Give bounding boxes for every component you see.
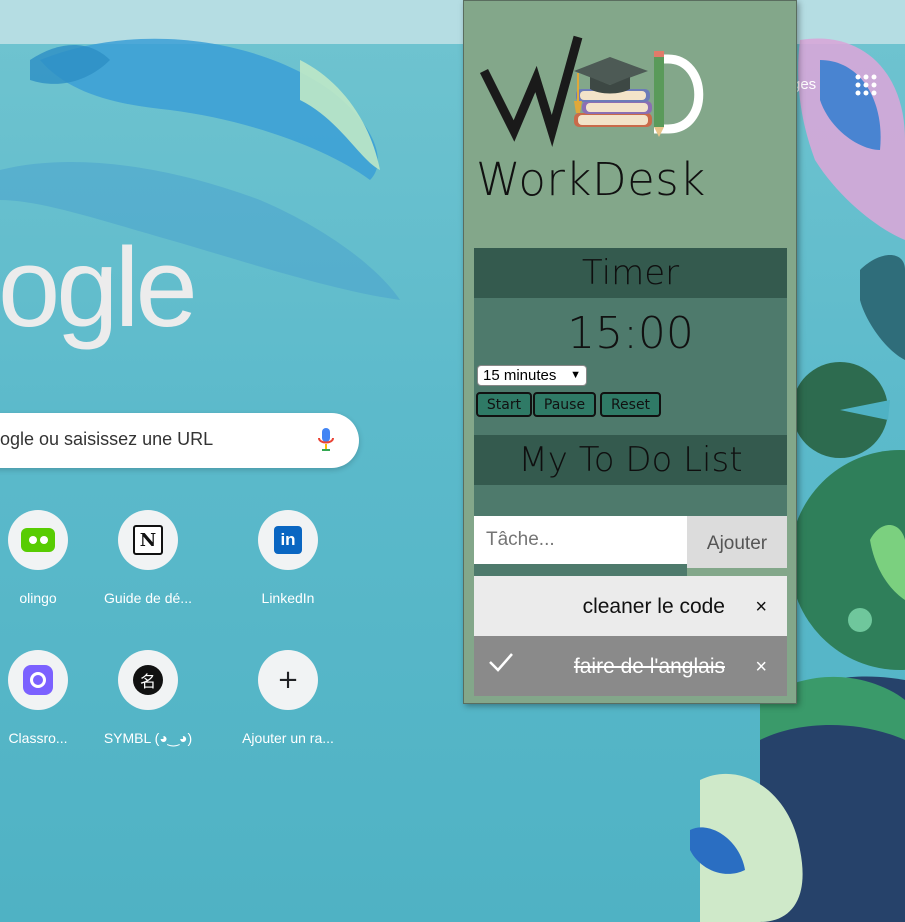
task-item[interactable]: cleaner le code × bbox=[474, 576, 787, 636]
todo-heading: My To Do List bbox=[474, 435, 787, 485]
duolingo-icon bbox=[8, 510, 68, 570]
shortcut-linkedin[interactable]: in LinkedIn bbox=[218, 510, 358, 610]
shortcut-label: Ajouter un ra... bbox=[242, 730, 334, 746]
task-text: faire de l'anglais bbox=[573, 655, 725, 678]
duration-select[interactable]: 15 minutes ▼ bbox=[477, 365, 587, 386]
input-underline bbox=[474, 564, 687, 576]
search-placeholder: ogle ou saisissez une URL bbox=[0, 429, 214, 449]
shortcut-label: SYMBL (◕‿◕) bbox=[103, 730, 193, 746]
shortcut-label: LinkedIn bbox=[261, 590, 315, 606]
reset-button[interactable]: Reset bbox=[600, 392, 661, 417]
shortcut-label: Guide de dé... bbox=[104, 590, 192, 606]
close-icon[interactable]: × bbox=[755, 656, 767, 679]
timer-panel: 15:00 15 minutes ▼ Start Pause Reset bbox=[474, 298, 787, 435]
task-item-done[interactable]: faire de l'anglais × bbox=[474, 636, 787, 696]
pause-button[interactable]: Pause bbox=[533, 392, 596, 417]
notion-icon: N bbox=[118, 510, 178, 570]
shortcut-symbl[interactable]: 名 SYMBL (◕‿◕) bbox=[78, 650, 218, 750]
google-logo: ogle bbox=[0, 225, 198, 350]
microphone-icon[interactable] bbox=[317, 427, 335, 453]
todo-spacer bbox=[474, 485, 787, 516]
classroom-icon bbox=[8, 650, 68, 710]
duration-select-value: 15 minutes bbox=[483, 367, 557, 384]
brand-title: WorkDesk bbox=[476, 153, 706, 206]
checkmark-icon bbox=[489, 653, 513, 672]
symbl-icon: 名 bbox=[118, 650, 178, 710]
task-input[interactable]: Tâche... bbox=[474, 516, 687, 564]
start-button[interactable]: Start bbox=[476, 392, 532, 417]
plus-icon: + bbox=[258, 650, 318, 710]
chevron-down-icon: ▼ bbox=[570, 369, 581, 381]
add-task-button[interactable]: Ajouter bbox=[687, 516, 787, 568]
timer-heading: Timer bbox=[474, 248, 787, 298]
close-icon[interactable]: × bbox=[755, 596, 767, 619]
shortcut-notion[interactable]: N Guide de dé... bbox=[78, 510, 218, 610]
task-text: cleaner le code bbox=[582, 595, 725, 618]
workdesk-logo-icon bbox=[479, 35, 704, 148]
shortcut-add[interactable]: + Ajouter un ra... bbox=[218, 650, 358, 750]
google-search-box[interactable]: ogle ou saisissez une URL bbox=[0, 413, 359, 468]
apps-grid-icon[interactable] bbox=[855, 74, 877, 96]
workdesk-popup: WorkDesk Timer 15:00 15 minutes ▼ Start … bbox=[463, 0, 797, 704]
timer-display: 15:00 bbox=[567, 308, 694, 359]
linkedin-icon: in bbox=[258, 510, 318, 570]
